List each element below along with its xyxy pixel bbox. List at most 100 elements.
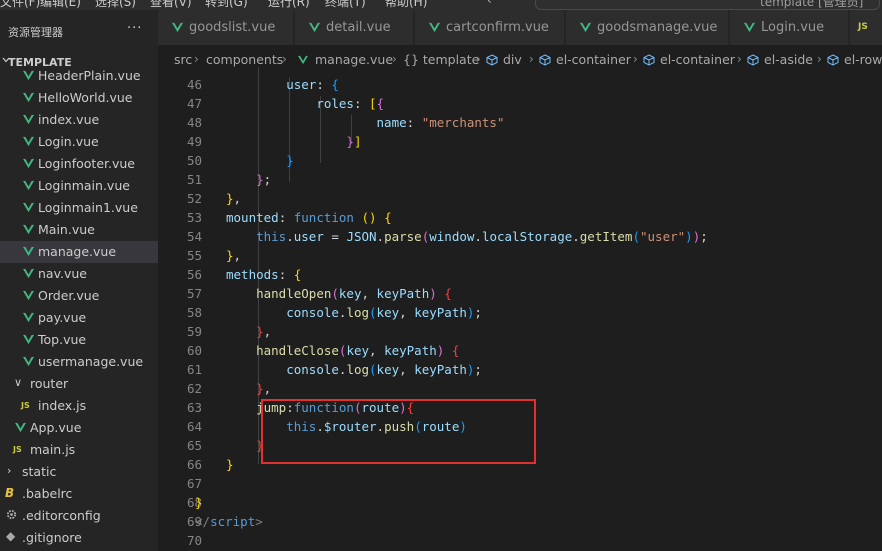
- token: roles: [316, 96, 354, 111]
- menu-file[interactable]: 文件(F): [0, 0, 40, 10]
- menu-terminal[interactable]: 终端(T): [325, 0, 366, 10]
- tree-item-label: Loginmain.vue: [38, 178, 130, 193]
- breadcrumb-components[interactable]: components: [206, 52, 283, 67]
- tree-item-order[interactable]: Order.vue: [0, 285, 158, 307]
- vue-file-icon: [23, 114, 34, 125]
- tree-item-static-folder[interactable]: › static: [0, 461, 158, 483]
- vue-file-icon: [23, 334, 34, 345]
- line-number: 48: [186, 115, 202, 130]
- token: log: [346, 362, 370, 377]
- breadcrumb-template[interactable]: {} template: [403, 52, 479, 67]
- highlight-annotation-box: [261, 399, 536, 464]
- vue-file-icon: [23, 136, 34, 147]
- tree-item-router-folder[interactable]: ∨ router: [0, 373, 158, 395]
- window-title: template [管理员]: [760, 0, 864, 9]
- tree-item-main-js[interactable]: JS main.js: [0, 439, 158, 461]
- tree-item-label: .babelrc: [22, 486, 73, 501]
- tree-item-top[interactable]: Top.vue: [0, 329, 158, 351]
- breadcrumb-separator: ›: [737, 52, 742, 66]
- token: this: [256, 229, 287, 244]
- tree-item-app[interactable]: App.vue: [0, 417, 158, 439]
- code-line: },: [226, 248, 242, 263]
- tree-item-index-vue[interactable]: index.vue: [0, 109, 158, 131]
- tree-item-babelrc[interactable]: B .babelrc: [0, 483, 158, 505]
- token: name: [376, 115, 407, 130]
- code-line: },: [226, 191, 242, 206]
- more-actions-icon[interactable]: ···: [127, 21, 142, 36]
- tree-item-helloworld[interactable]: HelloWorld.vue: [0, 87, 158, 109]
- menu-select[interactable]: 选择(S): [95, 0, 136, 10]
- breadcrumb-separator: ›: [529, 52, 534, 66]
- line-number: 65: [186, 438, 202, 453]
- tree-item-manage[interactable]: manage.vue: [0, 241, 158, 263]
- tree-item-index-js[interactable]: JS index.js: [0, 395, 158, 417]
- line-number: 66: [186, 457, 202, 472]
- menu-edit[interactable]: 编辑(E): [40, 0, 81, 10]
- breadcrumb-separator: ›: [633, 52, 638, 66]
- line-number: 60: [186, 343, 202, 358]
- vue-file-icon: [429, 22, 440, 33]
- vue-file-icon: [23, 92, 34, 103]
- js-file-icon: JS: [21, 401, 30, 410]
- tree-item-pay[interactable]: pay.vue: [0, 307, 158, 329]
- token: function: [293, 210, 354, 225]
- code-line: }]: [346, 134, 362, 149]
- tree-item-main-vue[interactable]: Main.vue: [0, 219, 158, 241]
- token: console: [286, 305, 339, 320]
- breadcrumb-div[interactable]: div: [503, 52, 522, 67]
- menu-help[interactable]: 帮助(H): [385, 0, 427, 10]
- line-number: 50: [186, 153, 202, 168]
- breadcrumb-separator: ›: [282, 52, 287, 66]
- token: keyPath: [384, 343, 437, 358]
- tree-item-loginmain1[interactable]: Loginmain1.vue: [0, 197, 158, 219]
- tree-item-nav[interactable]: nav.vue: [0, 263, 158, 285]
- code-line: console.log(key, keyPath);: [286, 305, 482, 320]
- vue-file-icon: [172, 22, 183, 33]
- token: console: [286, 362, 339, 377]
- explorer-sidebar: 资源管理器 ··· TEMPLATE HeaderPlain.vue Hello…: [0, 10, 158, 551]
- breadcrumb-el-container[interactable]: el-container: [556, 52, 631, 67]
- menu-view[interactable]: 查看(V): [150, 0, 192, 10]
- tab-cartconfirm[interactable]: cartconfirm.vue: [415, 10, 565, 45]
- tab-goodsmanage[interactable]: goodsmanage.vue: [566, 10, 729, 45]
- breadcrumb-el-aside[interactable]: el-aside: [764, 52, 813, 67]
- tab-detail[interactable]: detail.vue: [295, 10, 414, 45]
- tree-item-editorconfig[interactable]: .editorconfig: [0, 505, 158, 527]
- tab-goodslist[interactable]: goodslist.vue: [158, 10, 294, 45]
- menu-go[interactable]: 转到(G): [205, 0, 248, 10]
- breadcrumb-el-row[interactable]: el-row: [844, 52, 882, 67]
- tree-item-loginmain[interactable]: Loginmain.vue: [0, 175, 158, 197]
- line-number: 70: [186, 533, 202, 548]
- breadcrumb-separator: ›: [194, 52, 199, 66]
- token: mounted: [226, 210, 279, 225]
- vue-file-icon: [23, 290, 34, 301]
- vue-file-icon: [23, 224, 34, 235]
- tree-item-usermanage[interactable]: usermanage.vue: [0, 351, 158, 373]
- code-line: }: [226, 457, 234, 472]
- cube-icon: [539, 54, 551, 66]
- tab-login[interactable]: Login.vue: [730, 10, 849, 45]
- vue-file-icon: [23, 356, 34, 367]
- line-number: 67: [186, 476, 202, 491]
- line-number: 59: [186, 324, 202, 339]
- breadcrumb-file[interactable]: manage.vue: [315, 52, 393, 67]
- vue-file-icon: [298, 55, 308, 65]
- breadcrumb-src[interactable]: src: [174, 52, 192, 67]
- menu-run[interactable]: 运行(R): [268, 0, 310, 10]
- tree-item-label: nav.vue: [38, 266, 87, 281]
- code-editor[interactable]: 46 47 48 49 50 51 52 53 54 55 56 57 58 5…: [158, 67, 882, 551]
- tree-item-label: HeaderPlain.vue: [38, 68, 141, 83]
- line-number: 57: [186, 286, 202, 301]
- tree-item-gitignore[interactable]: ◆ .gitignore: [0, 527, 158, 549]
- token: "merchants": [421, 115, 505, 130]
- token: window: [429, 229, 475, 244]
- tree-item-login[interactable]: Login.vue: [0, 131, 158, 153]
- tab-js[interactable]: JS: [850, 10, 882, 45]
- tree-item-label: Loginfooter.vue: [38, 156, 135, 171]
- breadcrumb-el-container[interactable]: el-container: [660, 52, 735, 67]
- back-arrow-icon[interactable]: ‹: [487, 0, 492, 7]
- token: keyPath: [376, 286, 430, 301]
- tree-item-headerplain[interactable]: HeaderPlain.vue: [0, 65, 158, 87]
- vue-file-icon: [23, 158, 34, 169]
- tree-item-loginfooter[interactable]: Loginfooter.vue: [0, 153, 158, 175]
